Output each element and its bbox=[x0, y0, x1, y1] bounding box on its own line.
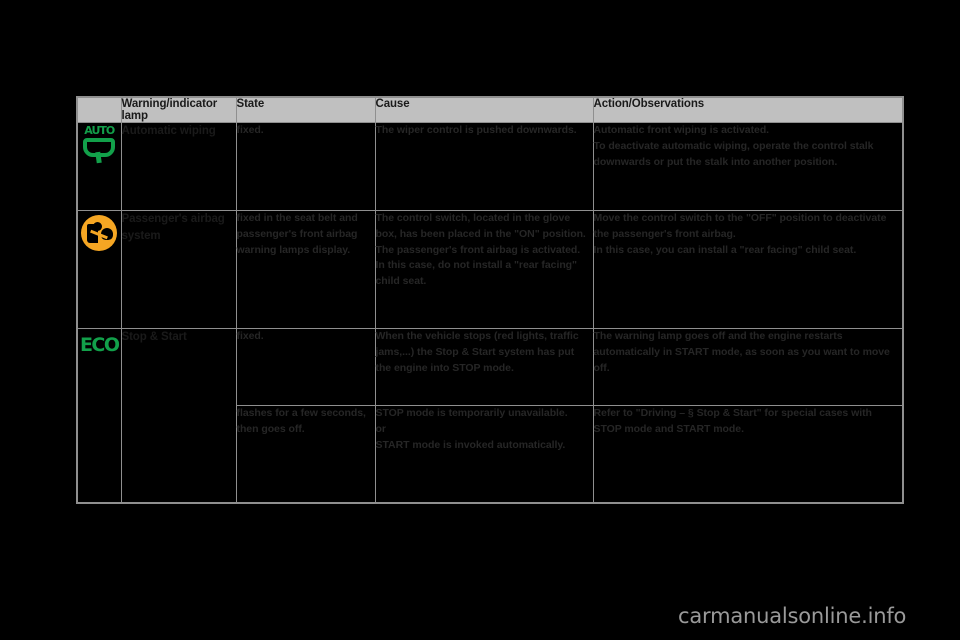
cause-automatic-wiping: The wiper control is pushed downwards. bbox=[374, 122, 594, 211]
column-header-action: Action/Observations bbox=[592, 96, 904, 123]
table-row: AUTO Automatic wiping fixed. The wiper c… bbox=[76, 122, 904, 211]
icon-cell-stop-start: ECO bbox=[76, 328, 122, 503]
action-line: Automatic front wiping is activated. bbox=[593, 124, 770, 136]
column-header-cause: Cause bbox=[374, 96, 594, 123]
column-header-state: State bbox=[235, 96, 376, 123]
cause-line: In this case, do not install a "rear fac… bbox=[375, 259, 578, 287]
cause-passenger-airbag: The control switch, located in the glove… bbox=[374, 210, 594, 329]
warning-lamp-table: Warning/indicator lamp State Cause Actio… bbox=[76, 96, 904, 504]
action-stop-start-flashing: Refer to "Driving – § Stop & Start" for … bbox=[592, 405, 904, 503]
action-line: In this case, you can install a "rear fa… bbox=[593, 243, 857, 256]
lamp-name-passenger-airbag: Passenger's airbag system bbox=[120, 210, 237, 329]
action-line: To deactivate automatic wiping, operate … bbox=[593, 139, 874, 168]
table-body: AUTO Automatic wiping fixed. The wiper c… bbox=[76, 122, 904, 503]
table-row: Passenger's airbag system fixed in the s… bbox=[76, 210, 904, 329]
cause-stop-start-fixed: When the vehicle stops (red lights, traf… bbox=[374, 328, 594, 406]
automatic-wiping-lamp-icon: AUTO bbox=[80, 125, 118, 165]
action-line: Move the control switch to the "OFF" pos… bbox=[593, 212, 887, 240]
passenger-airbag-lamp-icon bbox=[81, 215, 118, 251]
cause-stop-start-flashing: STOP mode is temporarily unavailable. or… bbox=[374, 405, 594, 503]
column-header-icon bbox=[76, 96, 122, 123]
column-header-lamp: Warning/indicator lamp bbox=[120, 96, 237, 123]
lamp-name-stop-start: Stop & Start bbox=[120, 328, 237, 503]
action-passenger-airbag: Move the control switch to the "OFF" pos… bbox=[592, 210, 904, 329]
auto-label: AUTO bbox=[84, 124, 115, 137]
table-header: Warning/indicator lamp State Cause Actio… bbox=[76, 96, 904, 123]
icon-cell-passenger-airbag bbox=[76, 210, 122, 329]
cause-line: The passenger's front airbag is activate… bbox=[375, 243, 581, 256]
state-passenger-airbag: fixed in the seat belt and passenger's f… bbox=[235, 210, 376, 329]
icon-cell-automatic-wiping: AUTO bbox=[76, 122, 122, 211]
table-header-row: Warning/indicator lamp State Cause Actio… bbox=[76, 96, 904, 123]
state-stop-start-flashing: flashes for a few seconds, then goes off… bbox=[235, 405, 376, 503]
action-stop-start-fixed: The warning lamp goes off and the engine… bbox=[592, 328, 904, 406]
cause-line: or bbox=[375, 422, 386, 435]
cause-line: STOP mode is temporarily unavailable. bbox=[375, 407, 568, 419]
table-row: ECO Stop & Start fixed. When the vehicle… bbox=[76, 328, 904, 503]
state-stop-start-fixed: fixed. bbox=[235, 328, 376, 406]
action-automatic-wiping: Automatic front wiping is activated. To … bbox=[592, 122, 904, 211]
state-automatic-wiping: fixed. bbox=[235, 122, 376, 211]
cause-line: START mode is invoked automatically. bbox=[375, 438, 566, 451]
lamp-name-automatic-wiping: Automatic wiping bbox=[120, 122, 237, 211]
occupant-head-shape bbox=[93, 222, 103, 231]
cause-line: The control switch, located in the glove… bbox=[375, 212, 586, 240]
site-watermark: carmanualsonline.info bbox=[678, 604, 907, 628]
eco-stop-start-lamp-icon: ECO bbox=[79, 334, 120, 356]
page-root: Warning/indicator lamp State Cause Actio… bbox=[0, 0, 960, 640]
